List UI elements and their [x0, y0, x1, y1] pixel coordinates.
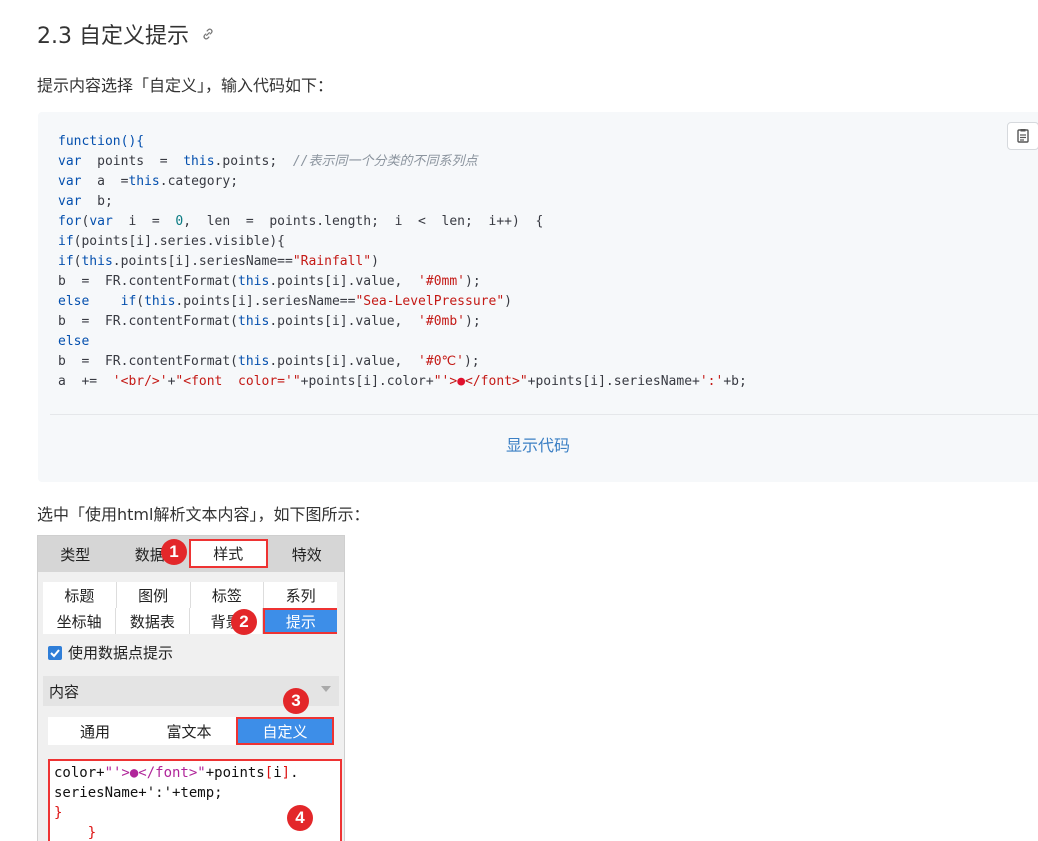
option-legend[interactable]: 图例 [116, 582, 191, 608]
chevron-down-icon [321, 686, 331, 692]
option-datatable[interactable]: 数据表 [116, 608, 190, 634]
divider [50, 414, 1038, 415]
code-line: var a =this.category; [58, 174, 239, 189]
checkbox-checked-icon[interactable] [48, 645, 62, 660]
option-title[interactable]: 标题 [43, 582, 117, 608]
code-line: function(){ [58, 134, 145, 149]
use-datapoint-tooltip-checkbox[interactable]: 使用数据点提示 [48, 642, 173, 663]
code-line: var points = this.points; //表示同一个分类的不同系列… [58, 154, 478, 169]
tab-type[interactable]: 类型 [38, 536, 113, 572]
intro-paragraph-2: 选中「使用html解析文本内容」，如下图所示： [37, 505, 370, 524]
editor-line: } [54, 825, 97, 841]
show-code-link[interactable]: 显示代码 [38, 432, 1038, 456]
checkbox-label: 使用数据点提示 [68, 644, 174, 662]
tab-style[interactable]: 样式 [189, 539, 268, 568]
tab-effects[interactable]: 特效 [270, 536, 345, 572]
link-icon[interactable] [201, 27, 215, 41]
copy-icon[interactable] [1007, 122, 1038, 150]
content-mode-segmented: 通用 富文本 自定义 [48, 717, 334, 745]
code-line: b = FR.contentFormat(this.points[i].valu… [58, 354, 480, 369]
code-line: b = FR.contentFormat(this.points[i].valu… [58, 274, 481, 289]
editor-line: seriesName+':'+temp; [54, 785, 223, 801]
intro-paragraph: 提示内容选择「自定义」，输入代码如下： [37, 76, 334, 95]
step-badge-2: 2 [231, 609, 257, 635]
option-tooltip[interactable]: 提示 [262, 608, 337, 634]
step-badge-1: 1 [161, 539, 187, 565]
code-line: else if(this.points[i].seriesName=="Sea-… [58, 294, 512, 309]
option-axis[interactable]: 坐标轴 [43, 608, 117, 634]
code-line: for(var i = 0, len = points.length; i < … [58, 214, 544, 229]
segment-richtext[interactable]: 富文本 [142, 717, 236, 745]
code-line: if(points[i].series.visible){ [58, 234, 285, 249]
code-line: var b; [58, 194, 113, 209]
segment-general[interactable]: 通用 [48, 717, 142, 745]
step-badge-3: 3 [283, 688, 309, 714]
editor-line: } [54, 805, 63, 821]
section-label: 内容 [49, 682, 80, 701]
code-line: a += '<br/>'+"<font color='"+points[i].c… [58, 374, 747, 389]
panel-tabs: 类型 数据 样式 特效 [38, 536, 344, 572]
option-series[interactable]: 系列 [264, 582, 337, 608]
code-line: if(this.points[i].seriesName=="Rainfall"… [58, 254, 379, 269]
section-heading: 2.3 自定义提示 [37, 18, 215, 50]
heading-title: 2.3 自定义提示 [37, 24, 189, 49]
code-block: function(){ var points = this.points; //… [38, 112, 1038, 482]
code-line: else [58, 334, 90, 349]
editor-line: color+"'>●</font>"+points[i]. [54, 765, 299, 781]
segment-custom[interactable]: 自定义 [236, 717, 334, 745]
code-line: b = FR.contentFormat(this.points[i].valu… [58, 314, 481, 329]
step-badge-4: 4 [287, 805, 313, 831]
style-options-grid: 标题 图例 标签 系列 坐标轴 数据表 背景 提示 [43, 582, 337, 634]
option-label[interactable]: 标签 [190, 582, 265, 608]
code-content: function(){ var points = this.points; //… [58, 132, 747, 392]
